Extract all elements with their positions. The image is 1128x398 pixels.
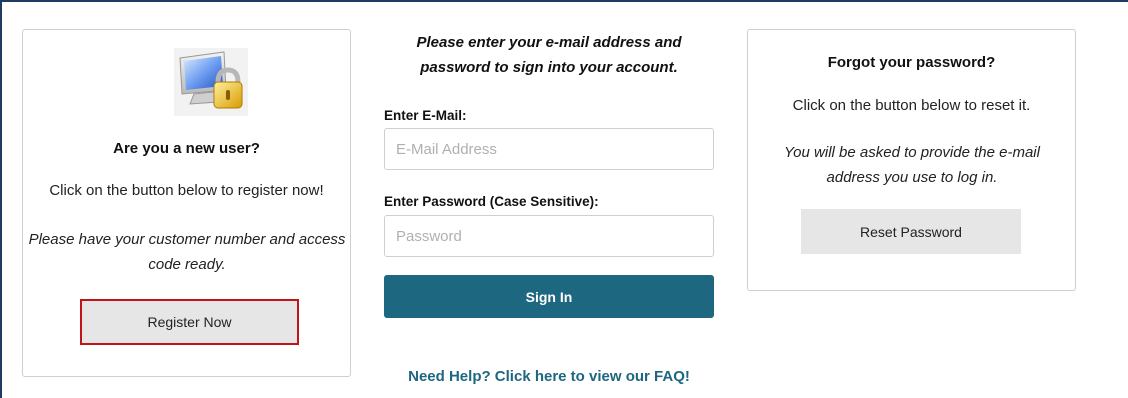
forgot-heading: Forgot your password? bbox=[827, 54, 996, 71]
email-label: Enter E-Mail: bbox=[384, 108, 467, 123]
computer-lock-icon bbox=[174, 48, 248, 116]
register-now-button[interactable]: Register Now bbox=[80, 299, 299, 345]
faq-help-link[interactable]: Need Help? Click here to view our FAQ! bbox=[384, 368, 714, 385]
password-field[interactable] bbox=[384, 215, 714, 257]
password-label: Enter Password (Case Sensitive): bbox=[384, 194, 599, 209]
email-field[interactable] bbox=[384, 128, 714, 170]
register-instruction: Click on the button below to register no… bbox=[49, 182, 324, 199]
new-user-heading: Are you a new user? bbox=[113, 140, 260, 157]
register-note: Please have your customer number and acc… bbox=[28, 231, 346, 273]
signin-intro: Please enter your e-mail address and pas… bbox=[416, 34, 682, 76]
sign-in-button[interactable]: Sign In bbox=[384, 275, 714, 318]
reset-password-button[interactable]: Reset Password bbox=[801, 209, 1021, 254]
forgot-password-panel: Forgot your password? Click on the butto… bbox=[747, 29, 1076, 291]
signin-form: Please enter your e-mail address and pas… bbox=[384, 30, 714, 385]
reset-instruction: Click on the button below to reset it. bbox=[792, 97, 1031, 114]
new-user-panel: Are you a new user? Click on the button … bbox=[22, 29, 351, 377]
reset-note: You will be asked to provide the e-mail … bbox=[784, 144, 1040, 186]
